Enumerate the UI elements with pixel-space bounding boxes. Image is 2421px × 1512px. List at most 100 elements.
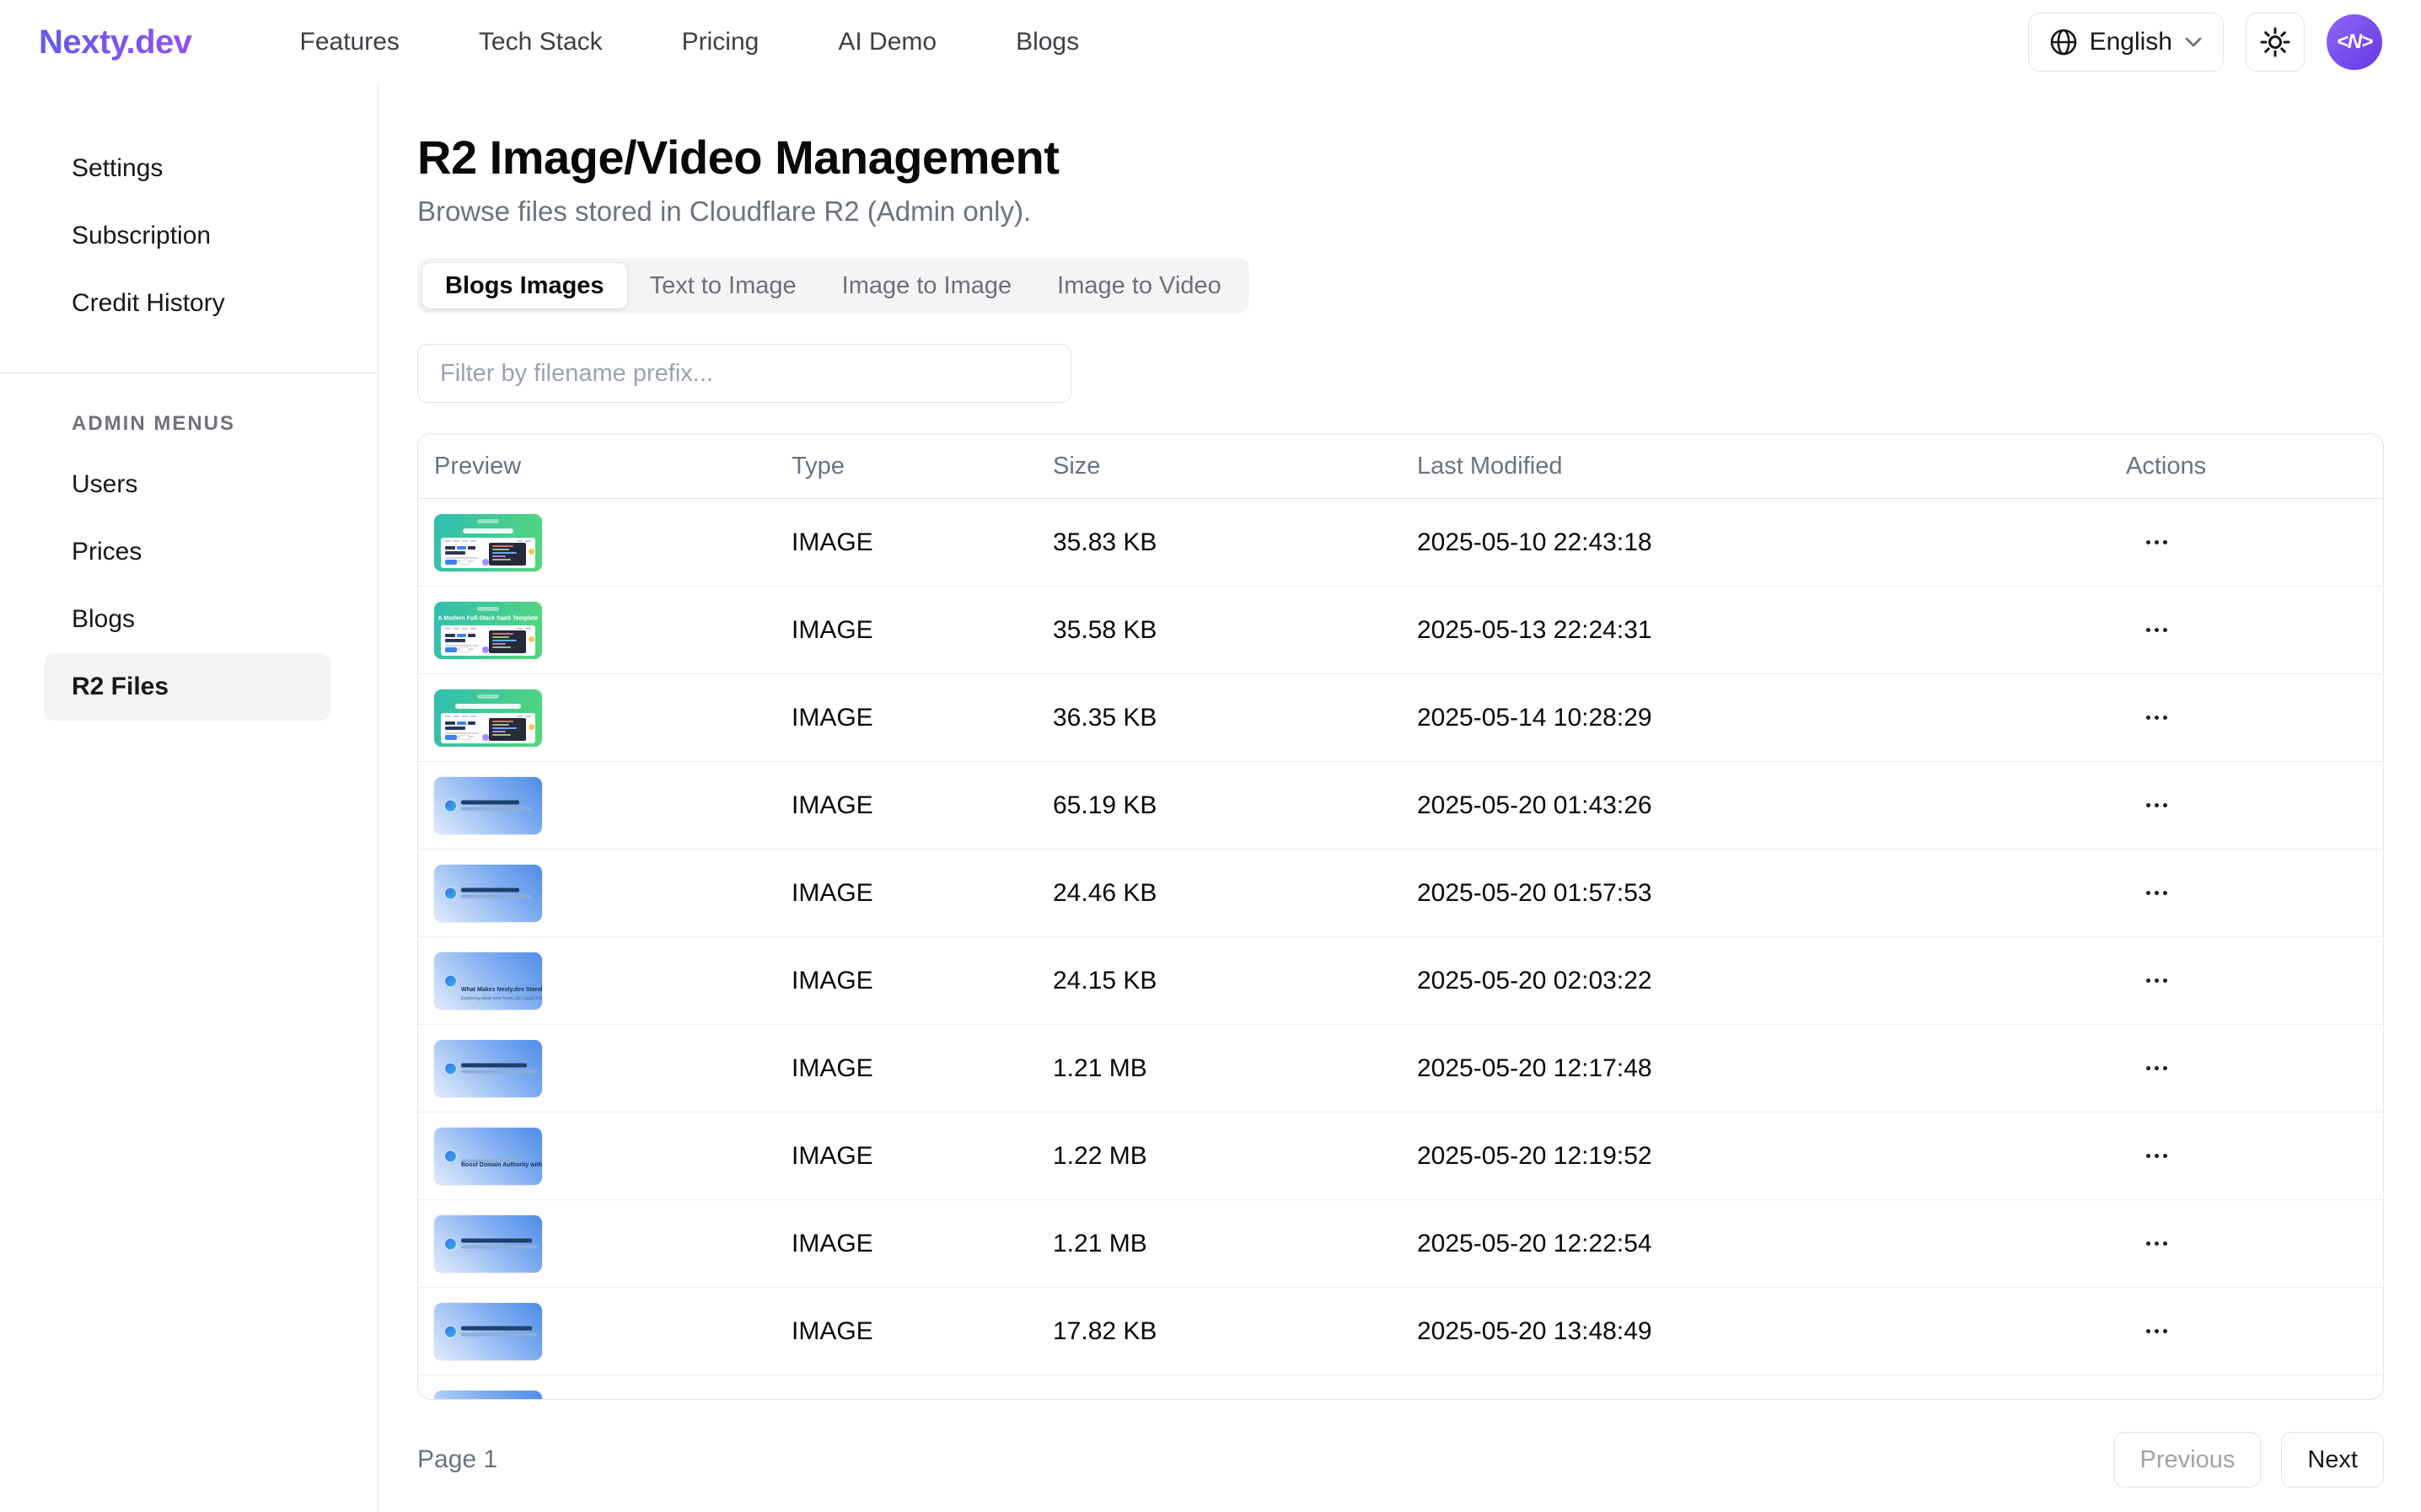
file-preview-thumbnail[interactable]: What Makes Nexty.dev Stand OutExploring … bbox=[434, 952, 542, 1010]
app-window: Nexty.dev Features Tech Stack Pricing AI De… bbox=[0, 0, 2421, 1512]
pagination-buttons: Previous Next bbox=[2114, 1432, 2384, 1488]
actions-cell bbox=[2126, 1058, 2383, 1079]
thumb-brand-logo-icon bbox=[445, 1326, 456, 1337]
thumb-accent-dot bbox=[482, 734, 489, 741]
file-preview-thumbnail[interactable]: A Modern Full-Stack SaaS Template bbox=[434, 602, 542, 659]
row-actions-button[interactable] bbox=[2138, 795, 2176, 816]
file-size: 1.22 MB bbox=[1053, 1142, 1417, 1171]
table-row: IMAGE24.46 KB2025-05-20 01:57:53 bbox=[418, 850, 2383, 937]
pagination-bar: Page 1 Previous Next bbox=[417, 1432, 2384, 1488]
ellipsis-icon bbox=[2146, 803, 2150, 807]
tab-image-to-video[interactable]: Image to Video bbox=[1034, 263, 1244, 308]
main-content: R2 Image/Video Management Browse files s… bbox=[378, 84, 2421, 1512]
file-type: IMAGE bbox=[792, 704, 1053, 732]
row-actions-button[interactable] bbox=[2138, 532, 2176, 553]
user-avatar[interactable]: <N> bbox=[2327, 14, 2382, 70]
file-preview-thumbnail[interactable] bbox=[434, 1215, 542, 1273]
actions-cell bbox=[2126, 1145, 2383, 1166]
actions-cell bbox=[2126, 707, 2383, 728]
thumb-title: A Modern Full-Stack SaaS Template bbox=[434, 614, 542, 621]
actions-cell bbox=[2126, 1321, 2383, 1342]
file-preview-thumbnail[interactable] bbox=[434, 1303, 542, 1360]
next-page-button[interactable]: Next bbox=[2281, 1432, 2384, 1488]
file-preview-thumbnail[interactable] bbox=[434, 865, 542, 922]
tab-text-to-image[interactable]: Text to Image bbox=[627, 263, 819, 308]
sidebar: SettingsSubscriptionCredit History ADMIN… bbox=[0, 84, 378, 1512]
thumb-subtitle bbox=[461, 1333, 537, 1337]
row-actions-button[interactable] bbox=[2138, 1058, 2176, 1079]
thumb-hero-panel bbox=[441, 713, 535, 743]
row-actions-button[interactable] bbox=[2138, 1321, 2176, 1342]
thumb-text-block bbox=[461, 801, 531, 811]
file-last-modified: 2025-05-20 02:03:22 bbox=[1417, 967, 2126, 995]
sidebar-item-subscription[interactable]: Subscription bbox=[44, 202, 330, 270]
file-size: 24.46 KB bbox=[1053, 879, 1417, 908]
row-actions-button[interactable] bbox=[2138, 970, 2176, 991]
row-actions-button[interactable] bbox=[2138, 619, 2176, 641]
thumb-subtitle bbox=[461, 895, 531, 898]
nav-link-pricing[interactable]: Pricing bbox=[682, 28, 760, 56]
preview-cell bbox=[434, 777, 792, 834]
filename-filter-input[interactable] bbox=[417, 344, 1071, 403]
table-row: IMAGE36.35 KB2025-05-14 10:28:29 bbox=[418, 674, 2383, 762]
language-selector[interactable]: English bbox=[2028, 13, 2224, 72]
row-actions-button[interactable] bbox=[2138, 882, 2176, 903]
sidebar-item-credit-history[interactable]: Credit History bbox=[44, 270, 330, 337]
thumb-card-content bbox=[445, 1326, 536, 1337]
row-actions-button[interactable] bbox=[2138, 1145, 2176, 1166]
nav-link-features[interactable]: Features bbox=[300, 28, 400, 56]
tab-image-to-image[interactable]: Image to Image bbox=[819, 263, 1035, 308]
nav-link-tech-stack[interactable]: Tech Stack bbox=[479, 28, 603, 56]
nav-link-ai-demo[interactable]: AI Demo bbox=[838, 28, 937, 56]
tab-blogs-images[interactable]: Blogs Images bbox=[422, 263, 627, 308]
preview-cell bbox=[434, 1303, 792, 1360]
file-preview-thumbnail[interactable] bbox=[434, 689, 542, 747]
file-preview-thumbnail[interactable] bbox=[434, 1040, 542, 1097]
table-row-partial bbox=[418, 1375, 2383, 1399]
nav-link-blogs[interactable]: Blogs bbox=[1016, 28, 1079, 56]
globe-icon bbox=[2049, 28, 2078, 56]
actions-cell bbox=[2126, 970, 2383, 991]
row-actions-button[interactable] bbox=[2138, 707, 2176, 728]
file-type: IMAGE bbox=[792, 967, 1053, 995]
ellipsis-icon bbox=[2146, 1329, 2150, 1333]
thumb-text-block bbox=[461, 1327, 537, 1337]
column-header-preview: Preview bbox=[434, 453, 792, 480]
thumb-badge-pill bbox=[477, 694, 499, 699]
sidebar-item-r2-files[interactable]: R2 Files bbox=[44, 653, 330, 721]
page-indicator: Page 1 bbox=[417, 1445, 497, 1474]
table-row: IMAGE35.83 KB2025-05-10 22:43:18 bbox=[418, 499, 2383, 587]
theme-toggle-button[interactable] bbox=[2246, 13, 2305, 72]
preview-cell bbox=[434, 1040, 792, 1097]
file-preview-thumbnail[interactable] bbox=[434, 1391, 542, 1399]
preview-cell: A Modern Full-Stack SaaS Template bbox=[434, 602, 792, 659]
previous-page-button[interactable]: Previous bbox=[2114, 1432, 2262, 1488]
sidebar-item-blogs[interactable]: Blogs bbox=[44, 586, 330, 653]
sidebar-item-settings[interactable]: Settings bbox=[44, 135, 330, 202]
row-actions-button[interactable] bbox=[2138, 1233, 2176, 1254]
file-preview-thumbnail[interactable]: Boost Domain Authority with Subdirectory… bbox=[434, 1128, 542, 1185]
thumb-card-content bbox=[445, 1063, 536, 1074]
sidebar-item-users[interactable]: Users bbox=[44, 451, 330, 518]
thumb-title bbox=[461, 801, 519, 805]
files-table: PreviewTypeSizeLast ModifiedActions IMAG… bbox=[417, 433, 2384, 1400]
ellipsis-icon bbox=[2146, 540, 2150, 544]
sidebar-item-prices[interactable]: Prices bbox=[44, 518, 330, 586]
file-last-modified: 2025-05-13 22:24:31 bbox=[1417, 616, 2126, 645]
thumb-hero-panel bbox=[441, 625, 535, 656]
file-size: 65.19 KB bbox=[1053, 791, 1417, 820]
file-preview-thumbnail[interactable] bbox=[434, 777, 542, 834]
preview-cell bbox=[434, 865, 792, 922]
thumb-badge-pill bbox=[477, 519, 499, 523]
file-type: IMAGE bbox=[792, 1317, 1053, 1346]
thumb-card-content bbox=[445, 1238, 536, 1249]
file-preview-thumbnail[interactable] bbox=[434, 514, 542, 571]
table-row: IMAGE65.19 KB2025-05-20 01:43:26 bbox=[418, 762, 2383, 850]
actions-cell bbox=[2126, 795, 2383, 816]
file-last-modified: 2025-05-14 10:28:29 bbox=[1417, 704, 2126, 732]
file-size: 1.21 MB bbox=[1053, 1230, 1417, 1258]
thumb-text-block bbox=[461, 1239, 537, 1249]
file-type: IMAGE bbox=[792, 1142, 1053, 1171]
brand-logo[interactable]: Nexty.dev bbox=[39, 24, 192, 62]
actions-cell bbox=[2126, 532, 2383, 553]
